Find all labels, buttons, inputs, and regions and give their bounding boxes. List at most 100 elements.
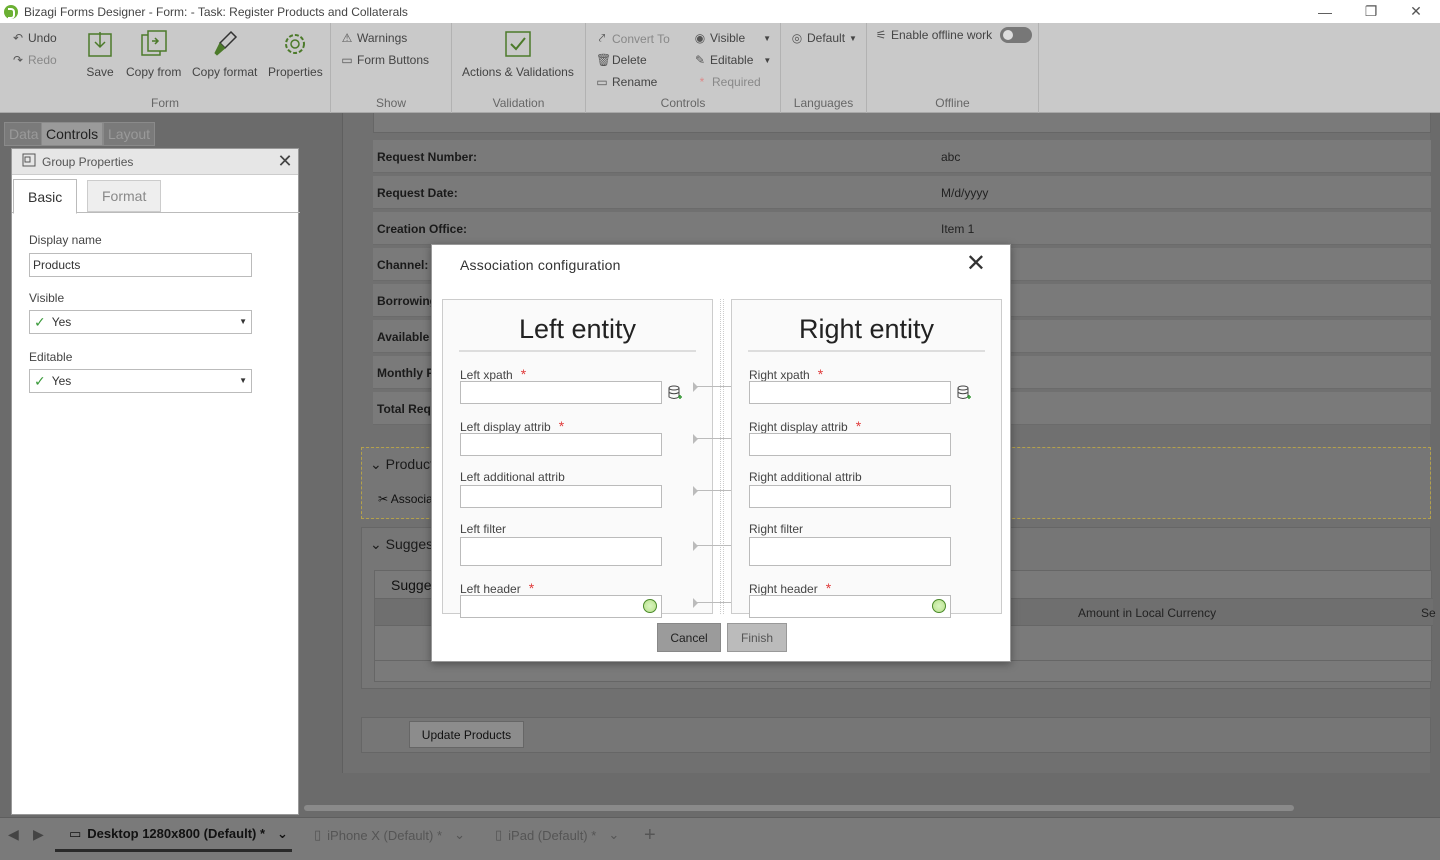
convert-icon: ⤤ [598,31,606,45]
right-display-attrib-label: Right display attrib * [749,418,862,434]
form-row[interactable]: Creation Office: Item 1 [373,212,1431,245]
close-dialog-button[interactable]: ✕ [966,252,986,276]
title-bar: Bizagi Forms Designer - Form: - Task: Re… [0,0,1440,23]
close-window-button[interactable]: ✕ [1393,0,1439,23]
right-xpath-label: Right xpath * [749,366,824,382]
editable-select[interactable]: ✓ Yes ▼ [29,369,252,393]
rename-icon: ▭ [596,75,608,89]
right-xpath-input[interactable] [749,381,951,404]
left-panel-tabs: Data Controls Layout [0,113,300,147]
close-properties-button[interactable]: ✕ [276,152,294,171]
delete-button[interactable]: 🗑 Delete [596,53,647,67]
form-buttons-button[interactable]: ▭ Form Buttons [341,53,429,67]
group-icon [22,153,36,170]
ribbon-group-offline: ⚟ Enable offline work Offline [867,23,1039,113]
left-entity-heading: Left entity [459,308,696,352]
offline-toggle[interactable] [1000,27,1033,43]
globe-icon[interactable] [932,599,946,613]
tab-controls[interactable]: Controls [41,122,104,146]
actions-validations-button[interactable]: Actions & Validations [462,29,574,79]
form-row[interactable]: Request Number: abc [373,140,1431,173]
add-device-button[interactable]: + [644,818,656,852]
ribbon-group-label-controls: Controls [660,96,706,110]
association-control[interactable]: ✂ Associa [378,492,433,506]
editable-label: Editable [29,350,73,364]
window-title: Bizagi Forms Designer - Form: - Task: Re… [24,4,408,19]
tab-data[interactable]: Data [4,122,44,146]
left-filter-input[interactable] [460,537,662,566]
chevron-right-icon[interactable]: ▶ [33,826,44,843]
right-header-label: Right header * [749,580,832,596]
tab-desktop[interactable]: ▭ Desktop 1280x800 (Default) * ⌄ [55,818,292,852]
horizontal-scrollbar[interactable] [304,805,1294,811]
ribbon-group-label-show: Show [375,96,407,110]
right-entity-panel: Right entity Right xpath * Right display … [731,299,1002,618]
finish-button[interactable]: Finish [727,623,787,652]
cancel-button[interactable]: Cancel [657,623,721,652]
form-row[interactable]: Request Date: M/d/yyyy [373,176,1431,209]
association-configuration-dialog: Association configuration ✕ Left entity … [431,244,1011,662]
database-add-icon[interactable] [957,385,971,401]
visible-dropdown[interactable]: ◉ Visible ▼ [694,31,771,45]
offline-icon: ⚟ [875,28,887,42]
copy-format-button[interactable]: Copy format [192,29,257,79]
left-additional-attrib-input[interactable] [460,485,662,508]
properties-tabs: Basic Format [12,179,300,214]
save-button[interactable]: Save [86,29,114,79]
tab-layout[interactable]: Layout [103,122,156,146]
rename-button[interactable]: ▭ Rename [596,75,657,89]
right-filter-label: Right filter [749,522,804,536]
chevron-down-icon: ▼ [849,33,857,43]
restore-button[interactable]: ❐ [1348,0,1394,23]
right-filter-input[interactable] [749,537,951,566]
phone-icon: ▯ [314,827,322,842]
language-dropdown[interactable]: ◎ Default ▼ [791,31,857,45]
save-icon [86,29,114,59]
globe-icon[interactable] [643,599,657,613]
left-xpath-input[interactable] [460,381,662,404]
chevron-down-icon: ▼ [239,376,247,385]
display-name-label: Display name [29,233,102,247]
copy-from-button[interactable]: Copy from [126,29,181,79]
ribbon-group-label-languages: Languages [793,96,854,110]
form-top-field [373,113,1431,133]
update-products-button[interactable]: Update Products [409,721,524,748]
right-additional-attrib-input[interactable] [749,485,951,508]
display-name-input[interactable]: Products [29,253,252,277]
convert-to-button[interactable]: ⤤ Convert To [596,31,670,46]
tab-basic[interactable]: Basic [13,179,78,214]
tab-ipad[interactable]: ▯ iPad (Default) * ⌄ [495,818,619,852]
ribbon-group-label-offline: Offline [935,96,970,110]
group-properties-title: Group Properties [42,154,134,169]
copy-from-icon [140,29,168,59]
right-display-attrib-input[interactable] [749,433,951,456]
visible-select[interactable]: ✓ Yes ▼ [29,310,252,334]
warnings-button[interactable]: ⚠ Warnings [341,31,408,45]
checkbox-check-icon [504,29,532,59]
right-header-input[interactable] [749,595,951,618]
form-buttons-icon: ▭ [341,53,353,67]
database-add-icon[interactable] [668,385,682,401]
left-header-input[interactable] [460,595,662,618]
warning-icon: ⚠ [341,31,353,45]
minimize-button[interactable]: — [1302,0,1348,23]
chevron-down-icon: ⌄ [277,825,288,841]
editable-dropdown[interactable]: ✎ Editable ▼ [694,53,771,67]
suggested-table-title: Sugge [391,577,432,593]
left-filter-label: Left filter [460,522,507,536]
column-header-se: Se [1421,606,1436,620]
chevron-left-icon[interactable]: ◀ [8,826,19,843]
gear-icon [281,29,309,59]
properties-button[interactable]: Properties [268,29,323,79]
undo-button[interactable]: ↶ Undo [12,31,57,45]
left-entity-panel: Left entity Left xpath * Left display att… [442,299,713,618]
required-button[interactable]: * Required [696,75,761,89]
redo-button[interactable]: ↷ Redo [12,53,57,67]
tab-iphone[interactable]: ▯ iPhone X (Default) * ⌄ [314,818,465,852]
visible-label: Visible [29,291,65,305]
group-properties-panel: Group Properties ✕ Basic Format Display … [11,148,300,815]
left-display-attrib-input[interactable] [460,433,662,456]
dialog-title: Association configuration [460,257,621,273]
globe-icon: ◎ [791,31,803,45]
tab-format[interactable]: Format [87,180,162,212]
